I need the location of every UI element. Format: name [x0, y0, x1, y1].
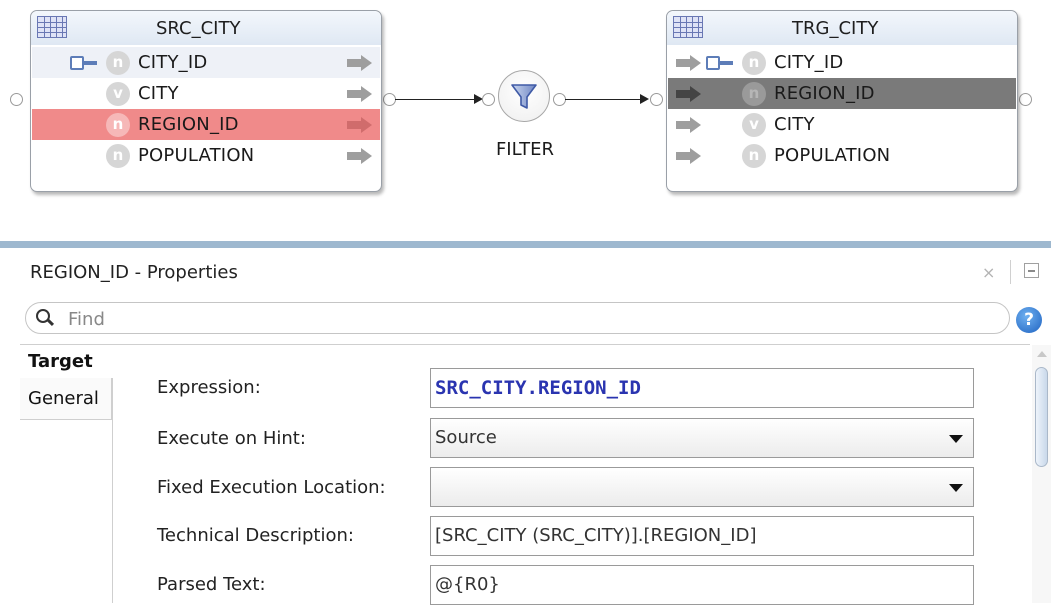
column-arrow-icon	[676, 117, 702, 133]
column-name: CITY	[774, 114, 815, 135]
target-column-row-selected[interactable]: n REGION_ID	[668, 78, 1016, 109]
fixed-execution-location-label: Fixed Execution Location:	[157, 477, 386, 498]
numeric-type-icon: n	[106, 113, 130, 137]
primary-key-icon	[70, 56, 98, 70]
parsed-text-label: Parsed Text:	[157, 574, 266, 595]
primary-key-icon	[706, 56, 734, 70]
scroll-up-arrow-icon[interactable]	[1037, 351, 1047, 357]
target-output-port[interactable]	[1019, 93, 1032, 106]
tab-target[interactable]: Target	[28, 351, 93, 372]
datastore-title: TRG_CITY	[792, 18, 879, 39]
source-input-port[interactable]	[10, 93, 23, 106]
column-arrow-icon	[347, 148, 373, 164]
target-column-row[interactable]: v CITY	[668, 109, 1016, 140]
minimize-icon[interactable]	[1024, 263, 1039, 278]
tab-divider	[112, 378, 113, 603]
source-column-row-highlighted[interactable]: n REGION_ID	[32, 109, 380, 140]
filter-input-port[interactable]	[482, 93, 495, 106]
datastore-header[interactable]: TRG_CITY	[667, 11, 1017, 45]
expression-label: Expression:	[157, 377, 261, 398]
search-icon[interactable]	[36, 309, 54, 327]
selected-value: Source	[435, 427, 497, 448]
numeric-type-icon: n	[742, 144, 766, 168]
datastore-header[interactable]: SRC_CITY	[31, 11, 381, 45]
chevron-down-icon	[949, 435, 963, 443]
tab-label: General	[28, 388, 99, 409]
datastore-title: SRC_CITY	[156, 18, 241, 39]
column-name: CITY	[138, 83, 179, 104]
link-arrowhead	[640, 94, 649, 104]
table-icon	[673, 16, 703, 38]
column-arrow-icon	[676, 148, 702, 164]
column-name: POPULATION	[138, 145, 255, 166]
funnel-icon	[511, 84, 537, 109]
expression-value: SRC_CITY.REGION_ID	[435, 377, 641, 399]
numeric-type-icon: n	[742, 82, 766, 106]
column-name: CITY_ID	[138, 52, 208, 73]
technical-description-value: [SRC_CITY (SRC_CITY)].[REGION_ID]	[435, 525, 757, 546]
column-name: REGION_ID	[774, 83, 875, 104]
link-filter-to-target	[565, 99, 641, 100]
source-column-row[interactable]: v CITY	[32, 78, 380, 109]
parsed-text-value: @{R0}	[435, 574, 500, 595]
filter-label: FILTER	[495, 139, 555, 160]
numeric-type-icon: n	[742, 51, 766, 75]
divider	[20, 344, 1030, 345]
fixed-execution-location-select[interactable]	[430, 467, 974, 507]
link-source-to-filter	[395, 99, 475, 100]
chevron-down-icon	[949, 484, 963, 492]
parsed-text-field[interactable]: @{R0}	[430, 565, 974, 605]
column-arrow-icon	[347, 55, 373, 71]
technical-description-label: Technical Description:	[157, 525, 354, 546]
table-icon	[37, 16, 67, 38]
target-column-row[interactable]: n CITY_ID	[668, 47, 1016, 78]
search-field[interactable]	[25, 302, 1010, 334]
filter-component[interactable]	[498, 70, 550, 122]
column-name: REGION_ID	[138, 114, 239, 135]
numeric-type-icon: n	[106, 51, 130, 75]
column-arrow-icon	[347, 86, 373, 102]
column-arrow-icon	[676, 86, 702, 102]
execute-on-hint-label: Execute on Hint:	[157, 428, 306, 449]
execute-on-hint-select[interactable]: Source	[430, 418, 974, 458]
source-column-row[interactable]: n CITY_ID	[32, 47, 380, 78]
varchar-type-icon: v	[106, 82, 130, 106]
panel-top-border	[0, 241, 1051, 248]
close-icon[interactable]: ×	[982, 263, 995, 282]
panel-title: REGION_ID - Properties	[30, 262, 238, 283]
properties-panel: REGION_ID - Properties × ? Target Genera…	[0, 241, 1051, 605]
search-input[interactable]	[66, 306, 970, 332]
numeric-type-icon: n	[106, 144, 130, 168]
varchar-type-icon: v	[742, 113, 766, 137]
source-datastore[interactable]: SRC_CITY n CITY_ID v CITY n REGION_ID n …	[30, 10, 382, 192]
target-column-row[interactable]: n POPULATION	[668, 140, 1016, 171]
technical-description-field[interactable]: [SRC_CITY (SRC_CITY)].[REGION_ID]	[430, 516, 974, 556]
help-icon[interactable]: ?	[1016, 307, 1042, 333]
mapping-canvas: SRC_CITY n CITY_ID v CITY n REGION_ID n …	[0, 0, 1051, 232]
column-name: POPULATION	[774, 145, 891, 166]
tab-general[interactable]: General	[20, 378, 112, 420]
column-arrow-icon	[347, 117, 373, 133]
source-column-row[interactable]: n POPULATION	[32, 140, 380, 171]
toolbar-separator	[1010, 260, 1011, 284]
target-datastore[interactable]: TRG_CITY n CITY_ID n REGION_ID v CITY n …	[666, 10, 1018, 192]
scrollbar-thumb[interactable]	[1035, 367, 1048, 467]
expression-field[interactable]: SRC_CITY.REGION_ID	[430, 368, 974, 408]
column-arrow-icon	[676, 55, 702, 71]
target-input-port[interactable]	[650, 93, 663, 106]
column-name: CITY_ID	[774, 52, 844, 73]
